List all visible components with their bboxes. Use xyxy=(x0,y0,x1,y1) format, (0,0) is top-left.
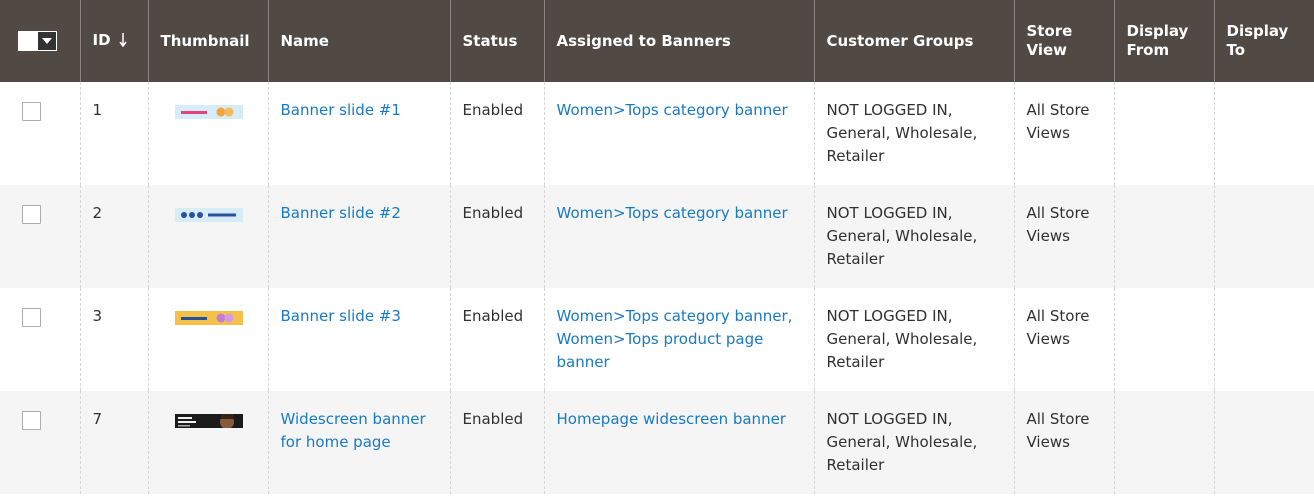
display-from-cell xyxy=(1113,288,1214,391)
row-checkbox[interactable] xyxy=(22,411,41,430)
column-label-thumbnail: Thumbnail xyxy=(160,31,250,50)
banner-slide-thumbnail-icon[interactable] xyxy=(174,309,243,332)
display-from-cell xyxy=(1113,185,1214,288)
id-cell: 3 xyxy=(79,288,148,391)
store-view-cell: All Store Views xyxy=(1013,82,1114,185)
column-header-name[interactable]: Name xyxy=(267,0,450,82)
status-cell: Enabled xyxy=(449,82,544,185)
display-to-cell xyxy=(1213,82,1314,185)
column-header-store-view[interactable]: Store View xyxy=(1013,0,1114,82)
thumbnail-cell xyxy=(147,288,268,391)
name-cell: Banner slide #2 xyxy=(267,185,450,288)
name-cell: Banner slide #1 xyxy=(267,82,450,185)
store-view-cell: All Store Views xyxy=(1013,185,1114,288)
column-label-name: Name xyxy=(280,31,329,50)
column-header-assigned[interactable]: Assigned to Banners xyxy=(543,0,814,82)
column-label-groups: Customer Groups xyxy=(826,31,974,50)
table-row[interactable]: 2 Banner slide #2 Enabled Women>Tops cat… xyxy=(0,185,1314,288)
column-header-groups[interactable]: Customer Groups xyxy=(813,0,1014,82)
status-cell: Enabled xyxy=(449,391,544,494)
status-cell: Enabled xyxy=(449,288,544,391)
column-header-id[interactable]: ID xyxy=(79,0,148,82)
store-view-cell: All Store Views xyxy=(1013,288,1114,391)
table-row[interactable]: 1 Banner slide #1 Enabled Women>Tops cat… xyxy=(0,82,1314,185)
row-checkbox[interactable] xyxy=(22,205,41,224)
banner-name-link[interactable]: Banner slide #2 xyxy=(281,204,401,222)
row-checkbox[interactable] xyxy=(22,308,41,327)
assigned-cell: Women>Tops category banner xyxy=(543,185,814,288)
assigned-banner-link[interactable]: Homepage widescreen banner xyxy=(557,410,786,428)
column-header-display-to[interactable]: Display To xyxy=(1213,0,1314,82)
store-view-cell: All Store Views xyxy=(1013,391,1114,494)
id-cell: 7 xyxy=(79,391,148,494)
column-label-assigned: Assigned to Banners xyxy=(556,31,731,50)
status-cell: Enabled xyxy=(449,185,544,288)
assigned-banner-link[interactable]: Women>Tops category banner xyxy=(557,101,788,119)
display-from-cell xyxy=(1113,82,1214,185)
widescreen-banner-thumbnail-icon[interactable] xyxy=(174,412,243,435)
banner-slide-thumbnail-icon[interactable] xyxy=(174,206,243,229)
row-select-cell xyxy=(0,82,80,185)
thumbnail-cell xyxy=(147,82,268,185)
mass-select-dropdown[interactable] xyxy=(18,31,57,51)
column-label-status: Status xyxy=(462,31,518,50)
mass-select-column xyxy=(0,0,80,82)
display-to-cell xyxy=(1213,185,1314,288)
chevron-down-icon[interactable] xyxy=(37,32,56,50)
id-cell: 1 xyxy=(79,82,148,185)
row-select-cell xyxy=(0,185,80,288)
banner-slide-thumbnail-icon[interactable] xyxy=(174,103,243,126)
row-select-cell xyxy=(0,288,80,391)
display-from-cell xyxy=(1113,391,1214,494)
display-to-cell xyxy=(1213,288,1314,391)
groups-cell: NOT LOGGED IN, General, Wholesale, Retai… xyxy=(813,185,1014,288)
sort-descending-icon[interactable] xyxy=(118,32,127,52)
column-label-display-from: Display From xyxy=(1126,22,1189,59)
groups-cell: NOT LOGGED IN, General, Wholesale, Retai… xyxy=(813,82,1014,185)
column-label-display-to: Display To xyxy=(1226,22,1289,59)
column-header-status[interactable]: Status xyxy=(449,0,544,82)
row-checkbox[interactable] xyxy=(22,102,41,121)
banner-slides-grid: ID Thumbnail Name Status Assigned to Ban… xyxy=(0,0,1314,494)
assigned-cell: Women>Tops category banner, Women>Tops p… xyxy=(543,288,814,391)
column-label-store-view: Store View xyxy=(1026,22,1073,59)
name-cell: Banner slide #3 xyxy=(267,288,450,391)
column-header-display-from[interactable]: Display From xyxy=(1113,0,1214,82)
id-cell: 2 xyxy=(79,185,148,288)
column-header-thumbnail: Thumbnail xyxy=(147,0,268,82)
assigned-banner-link[interactable]: Women>Tops category banner, Women>Tops p… xyxy=(557,307,793,371)
table-row[interactable]: 3 Banner slide #3 Enabled Women>Tops cat… xyxy=(0,288,1314,391)
table-row[interactable]: 7 Widescreen banner for home page Enable… xyxy=(0,391,1314,494)
thumbnail-cell xyxy=(147,391,268,494)
banner-name-link[interactable]: Banner slide #3 xyxy=(281,307,401,325)
name-cell: Widescreen banner for home page xyxy=(267,391,450,494)
banner-name-link[interactable]: Banner slide #1 xyxy=(281,101,401,119)
assigned-cell: Homepage widescreen banner xyxy=(543,391,814,494)
assigned-banner-link[interactable]: Women>Tops category banner xyxy=(557,204,788,222)
row-select-cell xyxy=(0,391,80,494)
thumbnail-cell xyxy=(147,185,268,288)
display-to-cell xyxy=(1213,391,1314,494)
groups-cell: NOT LOGGED IN, General, Wholesale, Retai… xyxy=(813,391,1014,494)
groups-cell: NOT LOGGED IN, General, Wholesale, Retai… xyxy=(813,288,1014,391)
grid-header-row: ID Thumbnail Name Status Assigned to Ban… xyxy=(0,0,1314,82)
column-label-id: ID xyxy=(92,30,111,49)
mass-select-checkbox[interactable] xyxy=(19,32,37,50)
banner-name-link[interactable]: Widescreen banner for home page xyxy=(281,410,426,451)
assigned-cell: Women>Tops category banner xyxy=(543,82,814,185)
